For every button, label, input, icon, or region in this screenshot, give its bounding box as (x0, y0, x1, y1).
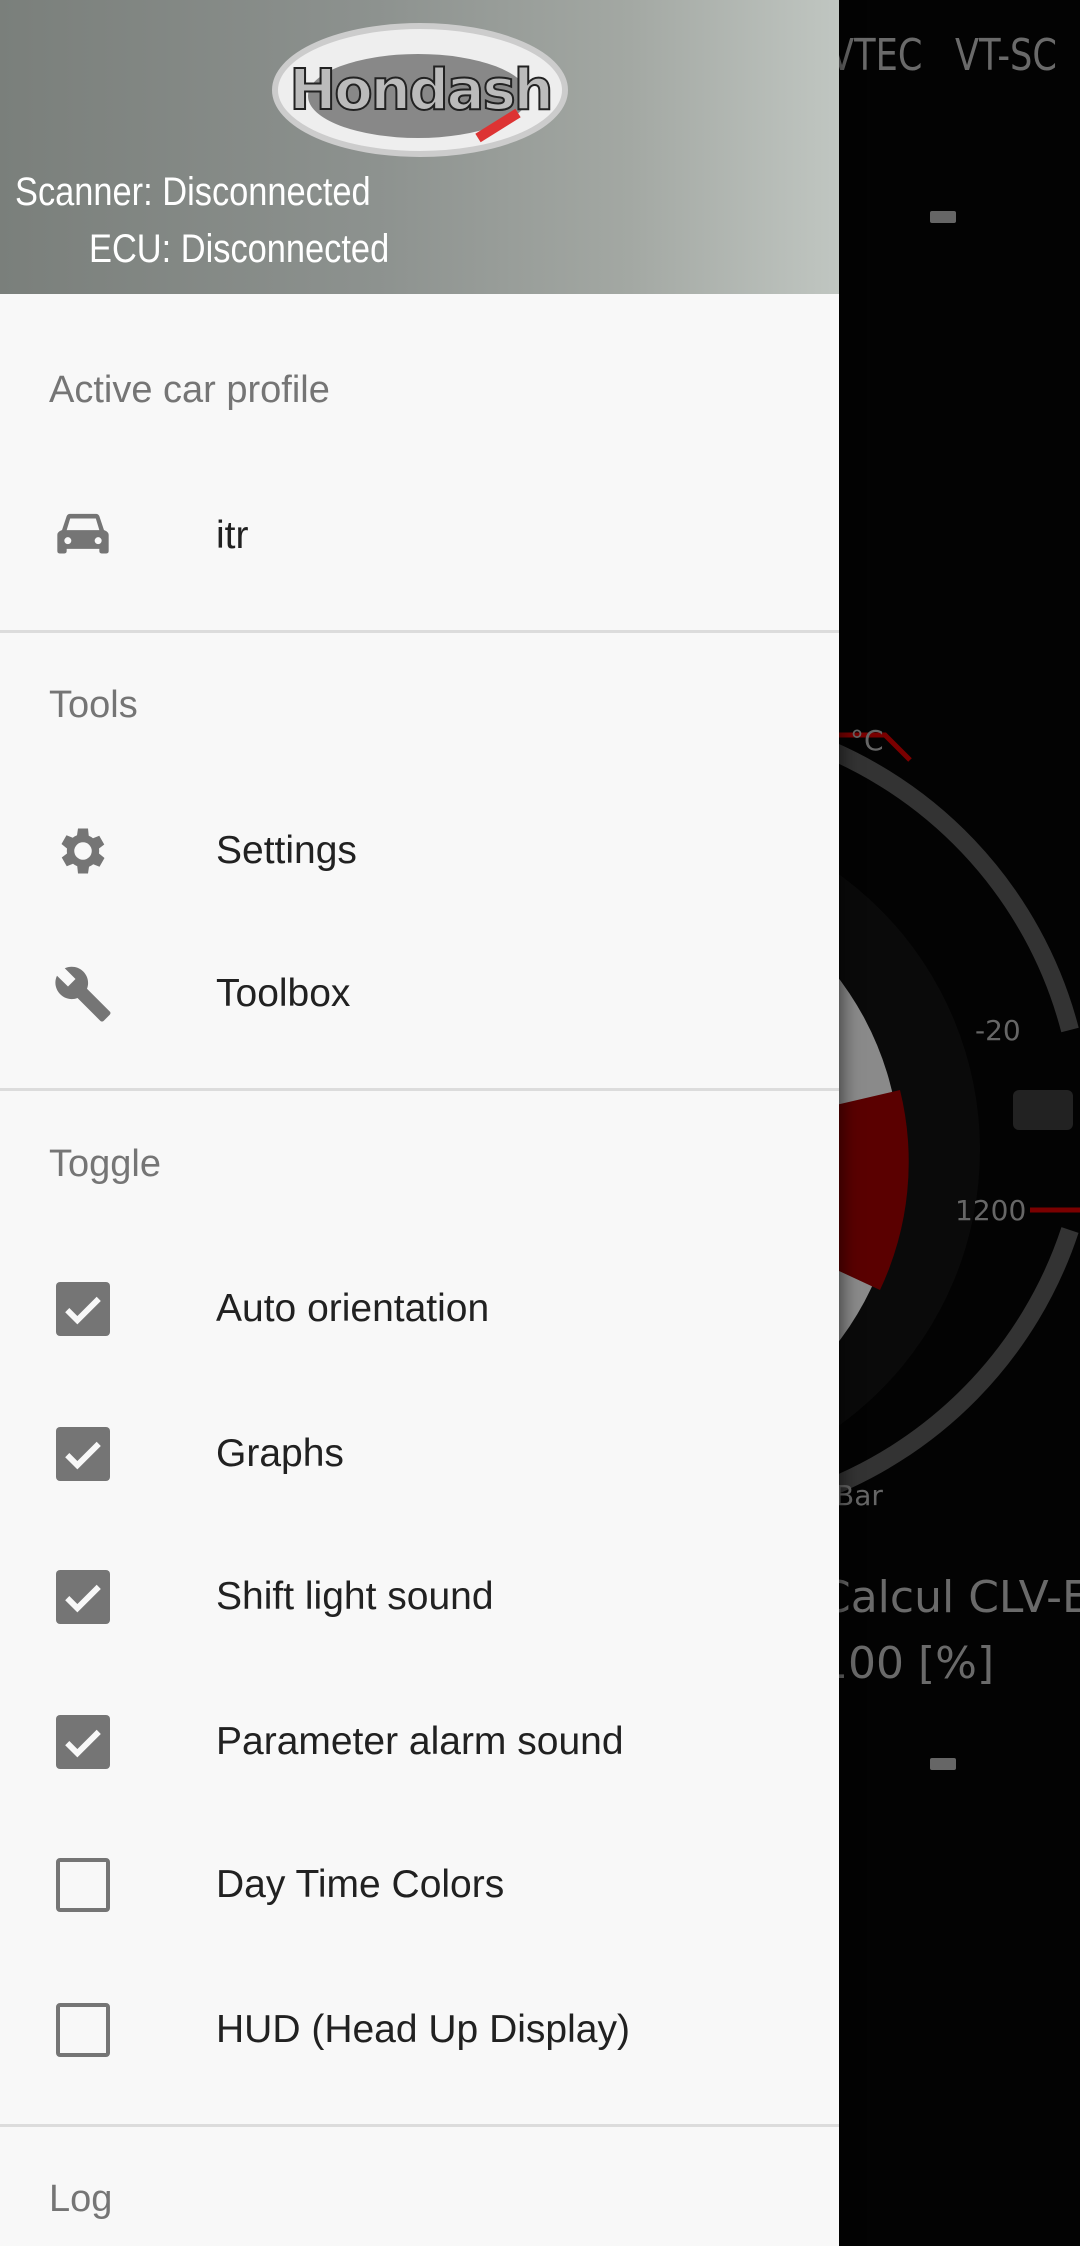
toggle-label: Auto orientation (216, 1287, 490, 1330)
checkbox-unchecked-icon[interactable] (53, 1855, 113, 1915)
checkbox-unchecked-icon[interactable] (53, 2000, 113, 2060)
gear-icon (53, 821, 113, 881)
pressure-unit: Bar (835, 1479, 883, 1510)
param-name: Calcul CLV-E (820, 1572, 1080, 1623)
divider (0, 2124, 839, 2127)
scanner-status-value: Disconnected (162, 170, 371, 214)
toggle-label: Day Time Colors (216, 1863, 505, 1906)
toolbox-label: Toolbox (216, 972, 351, 1015)
ecu-label: ECU: (89, 227, 172, 271)
toolbox-item[interactable]: Toolbox (0, 929, 839, 1059)
toggle-auto-orientation[interactable]: Auto orientation (0, 1244, 839, 1374)
section-tools: Tools (49, 684, 138, 726)
car-profile-item[interactable]: itr (0, 471, 839, 601)
section-toggle: Toggle (49, 1143, 161, 1185)
checkbox-checked-icon[interactable] (53, 1279, 113, 1339)
car-profile-label: itr (216, 514, 249, 557)
param-value: 100 [%] (820, 1638, 995, 1689)
toggle-label: Parameter alarm sound (216, 1720, 624, 1763)
vtec-label: VTEC (830, 30, 923, 81)
toggle-label: HUD (Head Up Display) (216, 2008, 630, 2051)
car-icon (53, 506, 113, 566)
ecu-status-value: Disconnected (180, 227, 390, 271)
navigation-drawer: Hondash Scanner: Disconnected ECU: Disco… (0, 0, 839, 2246)
toggle-day-time-colors[interactable]: Day Time Colors (0, 1820, 839, 1950)
scanner-label: Scanner: (15, 170, 153, 214)
section-log: Log (49, 2178, 113, 2220)
divider (0, 630, 839, 633)
engine-icon (1013, 1090, 1073, 1130)
toggle-hud-head-up-display[interactable]: HUD (Head Up Display) (0, 1965, 839, 2095)
vtsc-label: VT-SC (955, 30, 1057, 81)
wrench-icon (53, 964, 113, 1024)
temp-min: -20 (975, 1014, 1021, 1047)
settings-item[interactable]: Settings (0, 786, 839, 916)
checkbox-checked-icon[interactable] (53, 1424, 113, 1484)
toggle-label: Shift light sound (216, 1575, 494, 1618)
value-placeholder (930, 1758, 956, 1770)
drawer-header: Hondash Scanner: Disconnected ECU: Disco… (0, 0, 839, 294)
toggle-graphs[interactable]: Graphs (0, 1389, 839, 1519)
hondash-logo: Hondash (268, 18, 573, 158)
checkbox-checked-icon[interactable] (53, 1567, 113, 1627)
section-active-car-profile: Active car profile (49, 369, 330, 411)
checkbox-checked-icon[interactable] (53, 1712, 113, 1772)
logo-text: Hondash (288, 57, 554, 124)
settings-label: Settings (216, 829, 357, 872)
scanner-status: Scanner: Disconnected (15, 170, 371, 215)
temp-unit: °C (850, 724, 884, 757)
value-placeholder (930, 211, 956, 223)
ecu-status: ECU: Disconnected (89, 227, 389, 272)
divider (0, 1088, 839, 1091)
rpm-mark: 1200 (955, 1194, 1026, 1227)
toggle-shift-light-sound[interactable]: Shift light sound (0, 1532, 839, 1662)
toggle-parameter-alarm-sound[interactable]: Parameter alarm sound (0, 1677, 839, 1807)
toggle-label: Graphs (216, 1432, 344, 1475)
